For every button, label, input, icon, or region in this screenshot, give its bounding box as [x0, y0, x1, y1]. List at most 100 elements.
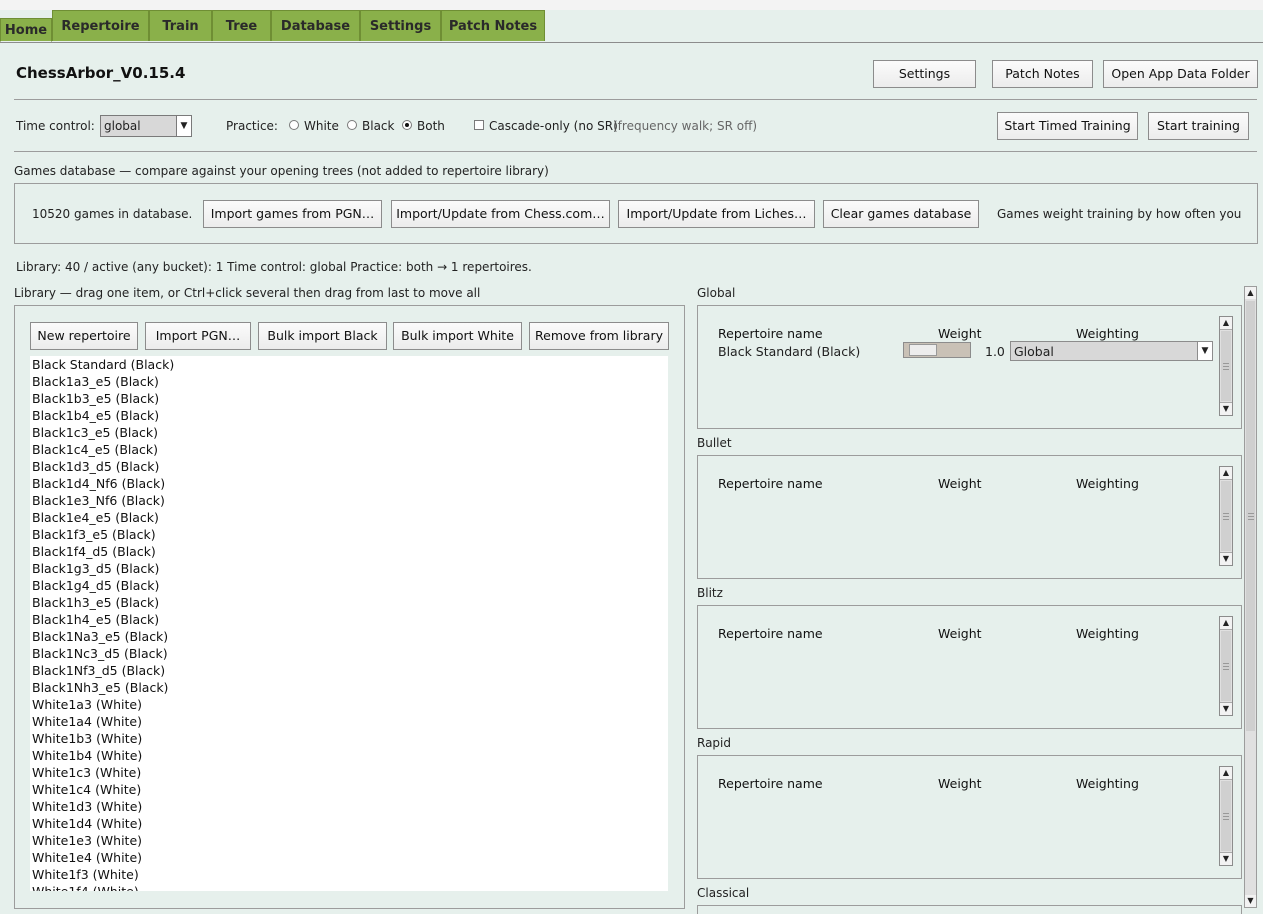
- tab-repertoire[interactable]: Repertoire: [52, 10, 149, 41]
- scroll-up-icon[interactable]: ▲: [1220, 767, 1232, 780]
- start-training-button[interactable]: Start training: [1148, 112, 1249, 140]
- panel-scrollbar[interactable]: ▲ ▼: [1219, 766, 1233, 866]
- bulk-import-black-button[interactable]: Bulk import Black: [258, 322, 387, 350]
- scroll-thumb[interactable]: [1246, 301, 1255, 731]
- import-chesscom-button[interactable]: Import/Update from Chess.com…: [391, 200, 610, 228]
- weighting-select[interactable]: Global ▼: [1010, 341, 1213, 361]
- scroll-up-icon[interactable]: ▲: [1220, 617, 1232, 630]
- list-item[interactable]: White1f3 (White): [30, 866, 668, 883]
- tab-database[interactable]: Database: [271, 10, 360, 41]
- practice-white-radio[interactable]: [289, 120, 299, 130]
- import-lichess-button[interactable]: Import/Update from Liches…: [618, 200, 815, 228]
- grip-line: [1223, 519, 1229, 520]
- scroll-thumb[interactable]: [1221, 781, 1231, 851]
- library-list[interactable]: Black Standard (Black) Black1a3_e5 (Blac…: [30, 356, 668, 891]
- panel-scrollbar[interactable]: ▲ ▼: [1219, 316, 1233, 416]
- list-item[interactable]: White1f4 (White): [30, 883, 668, 891]
- list-item[interactable]: White1e4 (White): [30, 849, 668, 866]
- list-item[interactable]: White1d3 (White): [30, 798, 668, 815]
- list-item[interactable]: Black1e4_e5 (Black): [30, 509, 668, 526]
- grip-line: [1223, 663, 1229, 664]
- list-item[interactable]: Black1c3_e5 (Black): [30, 424, 668, 441]
- column-weight: Weight: [938, 626, 982, 641]
- games-db-frame: 10520 games in database. Import games fr…: [14, 183, 1258, 244]
- tab-bar: Home Repertoire Train Tree Database Sett…: [0, 10, 1263, 43]
- list-item[interactable]: Black1Nc3_d5 (Black): [30, 645, 668, 662]
- list-item[interactable]: Black1b4_e5 (Black): [30, 407, 668, 424]
- clear-games-db-button[interactable]: Clear games database: [823, 200, 979, 228]
- practice-black-label: Black: [362, 119, 395, 133]
- list-item[interactable]: Black1a3_e5 (Black): [30, 373, 668, 390]
- scroll-down-icon[interactable]: ▼: [1220, 552, 1232, 565]
- list-item[interactable]: White1e3 (White): [30, 832, 668, 849]
- list-item[interactable]: Black1c4_e5 (Black): [30, 441, 668, 458]
- tab-tree[interactable]: Tree: [212, 10, 271, 41]
- list-item[interactable]: Black1Nf3_d5 (Black): [30, 662, 668, 679]
- bulk-import-white-button[interactable]: Bulk import White: [393, 322, 522, 350]
- column-repertoire-name: Repertoire name: [718, 776, 823, 791]
- scroll-down-icon[interactable]: ▼: [1245, 895, 1256, 907]
- panel-scrollbar[interactable]: ▲ ▼: [1219, 616, 1233, 716]
- weight-slider[interactable]: [903, 342, 971, 358]
- list-item[interactable]: Black1Nh3_e5 (Black): [30, 679, 668, 696]
- tab-home[interactable]: Home: [0, 18, 52, 42]
- app-title: ChessArbor_V0.15.4: [16, 64, 186, 82]
- list-item[interactable]: Black1d4_Nf6 (Black): [30, 475, 668, 492]
- list-item[interactable]: Black1d3_d5 (Black): [30, 458, 668, 475]
- patch-notes-button[interactable]: Patch Notes: [992, 60, 1093, 88]
- window-top-strip: [0, 0, 1263, 10]
- scroll-thumb[interactable]: [1221, 631, 1231, 701]
- scroll-up-icon[interactable]: ▲: [1220, 467, 1232, 480]
- settings-button[interactable]: Settings: [873, 60, 976, 88]
- list-item[interactable]: Black1g4_d5 (Black): [30, 577, 668, 594]
- scroll-down-icon[interactable]: ▼: [1220, 402, 1232, 415]
- panel-scrollbar[interactable]: ▲ ▼: [1219, 466, 1233, 566]
- column-weighting: Weighting: [1076, 476, 1139, 491]
- import-games-pgn-button[interactable]: Import games from PGN…: [203, 200, 382, 228]
- tab-settings[interactable]: Settings: [360, 10, 441, 41]
- list-item[interactable]: Black1g3_d5 (Black): [30, 560, 668, 577]
- list-item[interactable]: Black1e3_Nf6 (Black): [30, 492, 668, 509]
- start-timed-training-button[interactable]: Start Timed Training: [997, 112, 1138, 140]
- list-item[interactable]: Black1Na3_e5 (Black): [30, 628, 668, 645]
- list-item[interactable]: Black1h3_e5 (Black): [30, 594, 668, 611]
- list-item[interactable]: White1a4 (White): [30, 713, 668, 730]
- practice-both-radio[interactable]: [402, 120, 412, 130]
- scroll-up-icon[interactable]: ▲: [1245, 287, 1256, 299]
- list-item[interactable]: Black Standard (Black): [30, 356, 668, 373]
- list-item[interactable]: Black1f3_e5 (Black): [30, 526, 668, 543]
- cascade-only-checkbox[interactable]: [474, 120, 484, 130]
- list-item[interactable]: White1c4 (White): [30, 781, 668, 798]
- remove-from-library-button[interactable]: Remove from library: [529, 322, 669, 350]
- new-repertoire-button[interactable]: New repertoire: [30, 322, 138, 350]
- scroll-thumb[interactable]: [1221, 331, 1231, 401]
- import-pgn-button[interactable]: Import PGN…: [145, 322, 251, 350]
- scroll-down-icon[interactable]: ▼: [1220, 702, 1232, 715]
- bucket-title-global: Global: [697, 286, 736, 300]
- open-app-data-folder-button[interactable]: Open App Data Folder: [1103, 60, 1258, 88]
- column-repertoire-name: Repertoire name: [718, 626, 823, 641]
- scroll-down-icon[interactable]: ▼: [1220, 852, 1232, 865]
- list-item[interactable]: White1d4 (White): [30, 815, 668, 832]
- practice-label: Practice:: [226, 119, 278, 133]
- games-weight-note: Games weight training by how often you r…: [997, 207, 1241, 221]
- list-item[interactable]: White1b4 (White): [30, 747, 668, 764]
- practice-both-label: Both: [417, 119, 445, 133]
- bucket-title-rapid: Rapid: [697, 736, 731, 750]
- time-control-select[interactable]: global ▼: [100, 115, 192, 137]
- list-item[interactable]: White1c3 (White): [30, 764, 668, 781]
- list-item[interactable]: White1a3 (White): [30, 696, 668, 713]
- list-item[interactable]: Black1h4_e5 (Black): [30, 611, 668, 628]
- tab-patch-notes[interactable]: Patch Notes: [441, 10, 545, 41]
- column-repertoire-name: Repertoire name: [718, 476, 823, 491]
- list-item[interactable]: Black1f4_d5 (Black): [30, 543, 668, 560]
- list-item[interactable]: Black1b3_e5 (Black): [30, 390, 668, 407]
- buckets-scrollbar[interactable]: ▲ ▼: [1244, 286, 1257, 908]
- slider-knob[interactable]: [909, 344, 937, 356]
- scroll-up-icon[interactable]: ▲: [1220, 317, 1232, 330]
- scroll-thumb[interactable]: [1221, 481, 1231, 551]
- tab-train[interactable]: Train: [149, 10, 212, 41]
- practice-black-radio[interactable]: [347, 120, 357, 130]
- library-title: Library — drag one item, or Ctrl+click s…: [14, 286, 481, 300]
- list-item[interactable]: White1b3 (White): [30, 730, 668, 747]
